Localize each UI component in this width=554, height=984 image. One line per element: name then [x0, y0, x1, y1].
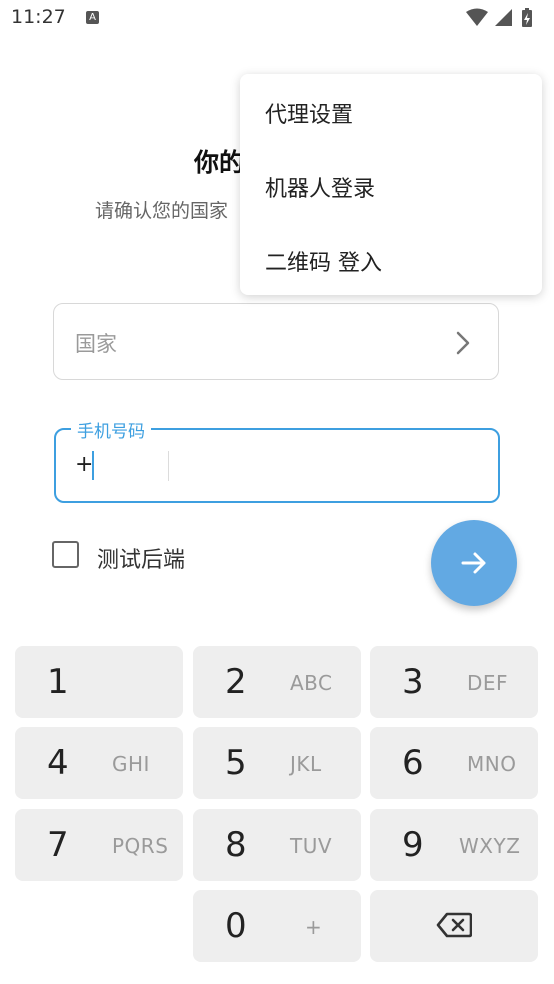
- key-digit: 6: [402, 743, 424, 783]
- overflow-menu: 代理设置 机器人登录 二维码 登入: [240, 74, 542, 295]
- key-digit: 9: [402, 825, 424, 865]
- key-letters: ABC: [290, 671, 333, 695]
- key-5[interactable]: 5 JKL: [193, 727, 361, 799]
- country-placeholder: 国家: [75, 332, 117, 356]
- key-4[interactable]: 4 GHI: [15, 727, 183, 799]
- text-cursor: [92, 451, 94, 480]
- phone-number-field[interactable]: 手机号码 +: [54, 417, 500, 503]
- menu-item-bot-login[interactable]: 机器人登录: [265, 171, 375, 203]
- key-digit: 4: [47, 743, 69, 783]
- key-digit: 2: [225, 662, 247, 702]
- key-7[interactable]: 7 PQRS: [15, 809, 183, 881]
- key-letters: JKL: [290, 752, 322, 776]
- key-letters: DEF: [467, 671, 509, 695]
- key-letters: WXYZ: [459, 834, 521, 858]
- numeric-keypad: 1 2 ABC 3 DEF 4 GHI 5 JKL 6 MNO 7 PQRS 8…: [0, 630, 554, 984]
- backspace-icon: [436, 912, 472, 938]
- key-letters: TUV: [290, 834, 333, 858]
- wifi-icon: [466, 8, 488, 26]
- backspace-key[interactable]: [370, 890, 538, 962]
- arrow-right-icon: [461, 552, 486, 574]
- page-title: 你的: [194, 148, 245, 177]
- notification-icon: A: [86, 11, 99, 24]
- key-digit: 1: [47, 662, 69, 702]
- country-code-input[interactable]: +: [75, 452, 93, 477]
- key-digit: 8: [225, 825, 247, 865]
- key-digit: 3: [402, 662, 424, 702]
- key-3[interactable]: 3 DEF: [370, 646, 538, 718]
- key-1[interactable]: 1: [15, 646, 183, 718]
- chevron-right-icon: [456, 331, 470, 355]
- test-backend-checkbox[interactable]: [52, 541, 79, 568]
- key-0[interactable]: 0 +: [193, 890, 361, 962]
- signal-icon: [495, 9, 512, 26]
- country-selector[interactable]: 国家: [53, 303, 499, 380]
- key-letters: +: [305, 915, 323, 939]
- field-divider: [168, 451, 169, 481]
- status-bar: 11:27 A: [0, 0, 554, 38]
- status-icons: [466, 8, 532, 27]
- next-button[interactable]: [431, 520, 517, 606]
- status-time: 11:27: [11, 6, 66, 28]
- key-letters: PQRS: [112, 834, 169, 858]
- key-6[interactable]: 6 MNO: [370, 727, 538, 799]
- key-9[interactable]: 9 WXYZ: [370, 809, 538, 881]
- key-letters: GHI: [112, 752, 150, 776]
- menu-item-proxy-settings[interactable]: 代理设置: [265, 97, 353, 129]
- key-digit: 7: [47, 825, 69, 865]
- key-2[interactable]: 2 ABC: [193, 646, 361, 718]
- page-subtitle: 请确认您的国家: [95, 200, 229, 222]
- test-backend-label[interactable]: 测试后端: [97, 542, 185, 574]
- key-8[interactable]: 8 TUV: [193, 809, 361, 881]
- battery-charging-icon: [522, 8, 532, 27]
- menu-item-qr-login[interactable]: 二维码 登入: [265, 245, 382, 277]
- key-letters: MNO: [467, 752, 517, 776]
- key-digit: 5: [225, 743, 247, 783]
- phone-number-label: 手机号码: [71, 417, 151, 442]
- key-digit: 0: [225, 906, 247, 946]
